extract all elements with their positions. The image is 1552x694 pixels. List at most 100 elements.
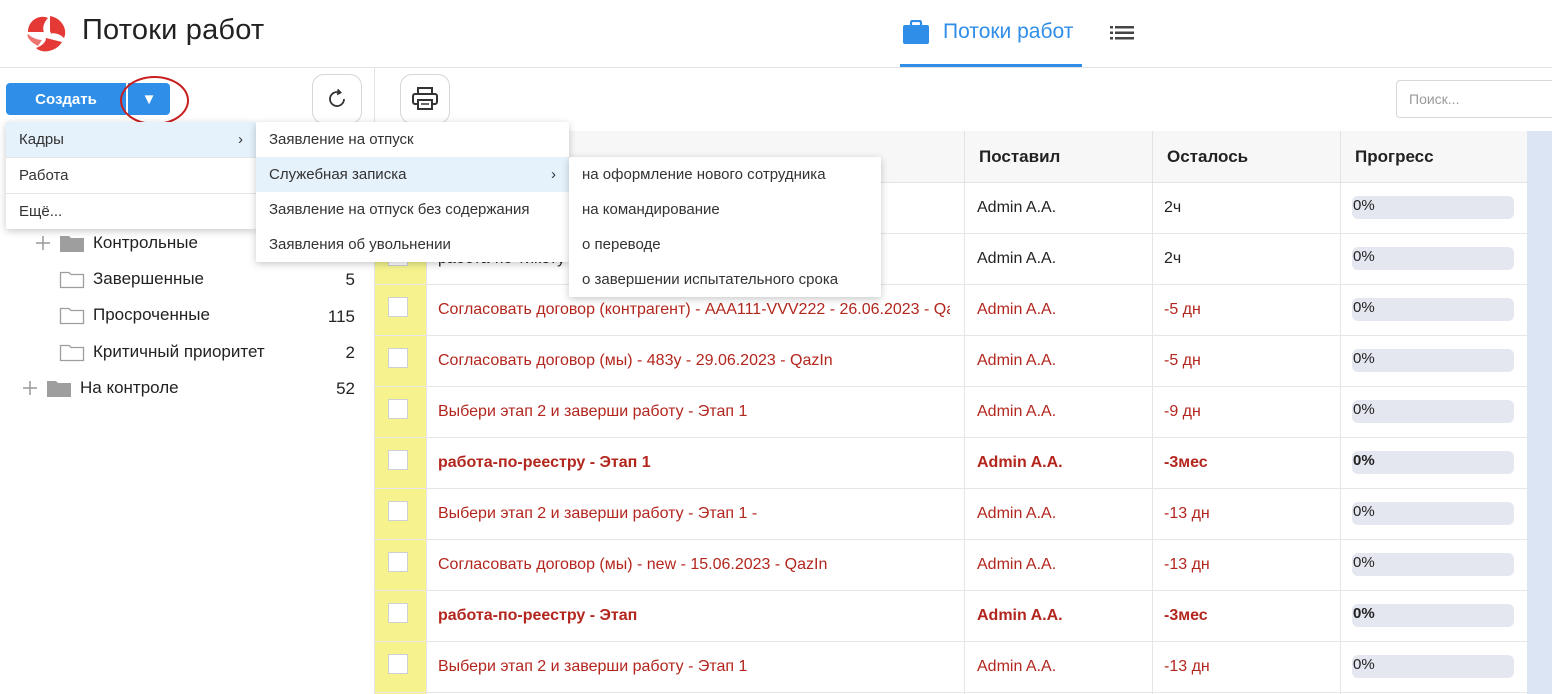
table-row[interactable]: Согласовать договор (контрагент) - AAA11… <box>375 285 1527 336</box>
row-checkbox[interactable] <box>388 450 408 470</box>
menu-item-label: Заявление на отпуск <box>269 131 414 148</box>
task-time-left: 2ч <box>1164 250 1182 267</box>
task-time-left: -5 дн <box>1164 301 1201 318</box>
row-checkbox[interactable] <box>388 603 408 623</box>
column-header-left[interactable]: Осталось <box>1152 131 1340 183</box>
tree-item-on-control[interactable]: На контроле <box>80 376 179 400</box>
task-time-left: -5 дн <box>1164 352 1201 369</box>
table-row[interactable]: работа-по-реестру - Этап Admin A.A. -3мес 0… <box>375 591 1527 642</box>
tree-item-label: Контрольные <box>93 233 198 252</box>
menu-item-label: о переводе <box>582 236 661 253</box>
task-time-left: -3мес <box>1164 607 1208 624</box>
task-assigner: Admin A.A. <box>977 658 1057 675</box>
tree-item-label: На контроле <box>80 378 179 397</box>
task-title[interactable]: Выбери этап 2 и заверши работу - Этап 1 <box>438 642 950 692</box>
progress-bar: 0% <box>1352 196 1514 219</box>
refresh-button[interactable] <box>312 74 362 124</box>
column-header-by[interactable]: Поставил <box>964 131 1152 183</box>
menu-item-vacation[interactable]: Заявление на отпуск <box>256 122 569 157</box>
printer-icon <box>412 87 438 110</box>
menu-item-probation-end[interactable]: о завершении испытательного срока <box>569 262 881 297</box>
progress-bar: 0% <box>1352 655 1514 678</box>
table-row[interactable]: работа-по-реестру - Этап 1 Admin A.A. -3ме… <box>375 438 1527 489</box>
row-checkbox[interactable] <box>388 348 408 368</box>
row-checkbox[interactable] <box>388 297 408 317</box>
task-time-left: 2ч <box>1164 199 1182 216</box>
list-icon[interactable] <box>1110 24 1134 42</box>
task-assigner: Admin A.A. <box>977 301 1057 318</box>
progress-bar: 0% <box>1352 298 1514 321</box>
plus-icon[interactable] <box>23 381 37 395</box>
progress-value: 0% <box>1353 350 1375 367</box>
table-row[interactable]: Выбери этап 2 и заверши работу - Этап 1 … <box>375 489 1527 540</box>
menu-item-label: о завершении испытательного срока <box>582 271 839 288</box>
tree-item-overdue[interactable]: Просроченные <box>93 303 210 327</box>
progress-value: 0% <box>1353 248 1375 265</box>
progress-value: 0% <box>1353 401 1375 418</box>
menu-item-work[interactable]: Работа <box>6 158 256 193</box>
menu-item-new-employee[interactable]: на оформление нового сотрудника <box>569 157 881 192</box>
table-row[interactable]: Выбери этап 2 и заверши работу - Этап 1 A… <box>375 642 1527 693</box>
progress-value: 0% <box>1353 503 1375 520</box>
task-assigner: Admin A.A. <box>977 199 1057 216</box>
menu-item-label: Заявление на отпуск без содержания <box>269 201 530 218</box>
table-row[interactable]: Согласовать договор (мы) - 483у - 29.06.… <box>375 336 1527 387</box>
header: Потоки работ Потоки работ <box>0 0 1552 68</box>
tree-count: 5 <box>345 270 355 289</box>
progress-value: 0% <box>1353 452 1375 469</box>
task-title[interactable]: Выбери этап 2 и заверши работу - Этап 1 <box>438 387 950 437</box>
menu-item-unpaid-vacation[interactable]: Заявление на отпуск без содержания <box>256 192 569 227</box>
chevron-right-icon: › <box>551 166 556 183</box>
print-button[interactable] <box>400 74 450 124</box>
progress-bar: 0% <box>1352 604 1514 627</box>
task-time-left: -13 дн <box>1164 505 1210 522</box>
task-title[interactable]: Согласовать договор (мы) - 483у - 29.06.… <box>438 336 950 386</box>
tree-item-completed[interactable]: Завершенные <box>93 267 204 291</box>
menu-item-hr[interactable]: Кадры › <box>6 122 256 157</box>
task-title[interactable]: Выбери этап 2 и заверши работу - Этап 1 … <box>438 489 950 539</box>
task-assigner: Admin A.A. <box>977 505 1057 522</box>
menu-item-transfer[interactable]: о переводе <box>569 227 881 262</box>
tree-count: 2 <box>345 343 355 362</box>
scrollbar-track[interactable] <box>1527 131 1552 694</box>
column-divider <box>1152 183 1153 694</box>
row-checkbox[interactable] <box>388 399 408 419</box>
tab-workflows-label: Потоки работ <box>943 20 1074 43</box>
progress-value: 0% <box>1353 554 1375 571</box>
task-assigner: Admin A.A. <box>977 454 1063 471</box>
plus-icon[interactable] <box>36 236 50 250</box>
menu-item-business-trip[interactable]: на командирование <box>569 192 881 227</box>
progress-value: 0% <box>1353 605 1375 622</box>
folder-icon <box>59 307 85 325</box>
tree-item-label: Критичный приоритет <box>93 342 265 361</box>
menu-item-label: Заявления об увольнении <box>269 236 451 253</box>
create-button[interactable]: Создать <box>6 83 126 115</box>
task-title[interactable]: работа-по-реестру - Этап 1 <box>438 438 950 488</box>
row-checkbox[interactable] <box>388 501 408 521</box>
tree-item-control[interactable]: Контрольные <box>93 231 198 255</box>
folder-icon <box>59 344 85 362</box>
menu-item-label: на оформление нового сотрудника <box>582 166 826 183</box>
menu-item-label: Служебная записка <box>269 166 407 183</box>
column-header-progress[interactable]: Прогресс <box>1340 131 1527 183</box>
tree-item-critical[interactable]: Критичный приоритет <box>93 340 265 364</box>
menu-item-dismissal[interactable]: Заявления об увольнении <box>256 227 569 262</box>
table-row[interactable]: Выбери этап 2 и заверши работу - Этап 1 A… <box>375 387 1527 438</box>
progress-value: 0% <box>1353 299 1375 316</box>
row-checkbox[interactable] <box>388 654 408 674</box>
task-title[interactable]: Согласовать договор (мы) - new - 15.06.2… <box>438 540 950 590</box>
menu-item-memo[interactable]: Служебная записка › <box>256 157 569 192</box>
task-title[interactable]: работа-по-реестру - Этап <box>438 591 950 641</box>
row-checkbox[interactable] <box>388 552 408 572</box>
table-row[interactable]: Согласовать договор (мы) - new - 15.06.2… <box>375 540 1527 591</box>
menu-item-more[interactable]: Ещё... <box>6 194 256 229</box>
progress-value: 0% <box>1353 197 1375 214</box>
progress-bar: 0% <box>1352 451 1514 474</box>
tab-workflows[interactable]: Потоки работ <box>900 0 1082 67</box>
search-input[interactable] <box>1396 80 1552 118</box>
progress-bar: 0% <box>1352 247 1514 270</box>
folder-icon <box>59 271 85 289</box>
menu-item-label: Работа <box>19 167 69 184</box>
tree-count: 115 <box>327 307 355 326</box>
logo-icon[interactable] <box>24 12 70 54</box>
